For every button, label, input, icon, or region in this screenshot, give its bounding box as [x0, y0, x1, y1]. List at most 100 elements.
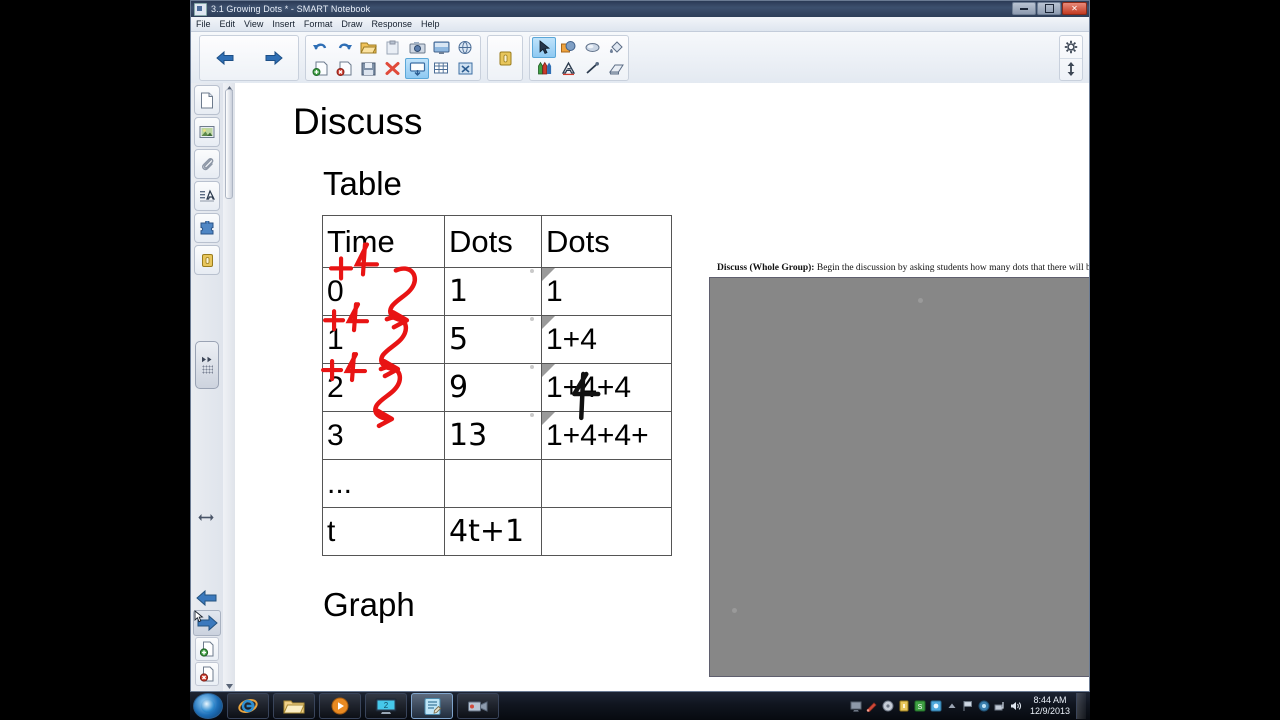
toolbar-settings-button[interactable]: [1060, 36, 1082, 59]
taskbar-internet-explorer[interactable]: [227, 693, 269, 719]
screen-capture-button[interactable]: [405, 37, 429, 58]
start-button[interactable]: [193, 693, 223, 719]
minimize-button[interactable]: [1012, 2, 1036, 15]
next-page-nav[interactable]: [193, 610, 221, 636]
taskbar-smart-notebook[interactable]: [411, 693, 453, 719]
gray-overlay-panel[interactable]: ✕: [709, 277, 1089, 677]
menu-edit[interactable]: Edit: [220, 19, 236, 29]
add-page-small[interactable]: [195, 637, 219, 661]
taskbar-clock[interactable]: 8:44 AM 12/9/2013: [1030, 695, 1070, 717]
cell-dots-numeric: 4t+1: [444, 507, 542, 556]
cell-dots-numeric: 13: [444, 411, 542, 460]
eraser-tool[interactable]: [604, 58, 628, 79]
taskbar-smart-recorder[interactable]: [457, 693, 499, 719]
redo-button[interactable]: [332, 37, 356, 58]
table-row[interactable]: 0 1 1: [322, 267, 672, 316]
insert-table-button[interactable]: [430, 58, 454, 79]
menu-format[interactable]: Format: [304, 19, 333, 29]
tray-antivirus[interactable]: [978, 700, 991, 713]
pens-tool[interactable]: [532, 58, 556, 79]
tray-green[interactable]: S: [914, 700, 927, 713]
shapes-tool[interactable]: [556, 37, 580, 58]
table-row[interactable]: 1 5 1+4: [322, 315, 672, 364]
notebook-canvas[interactable]: Discuss Table Time Dots Dots 0 1 1 1 5 1…: [235, 83, 1089, 691]
cell-dots-expression: 1+4+4: [530, 363, 672, 412]
dots-table[interactable]: Time Dots Dots 0 1 1 1 5 1+4 2 9 1+4+4 3…: [322, 215, 672, 556]
page-title: Discuss: [293, 101, 423, 142]
line-tool[interactable]: [580, 58, 604, 79]
maximize-button[interactable]: [1037, 2, 1061, 15]
tray-yellow[interactable]: [898, 700, 911, 713]
magic-pen-tool[interactable]: [580, 37, 604, 58]
tray-smart-board[interactable]: [850, 700, 863, 713]
previous-page-button[interactable]: [213, 48, 237, 69]
paste-button[interactable]: [381, 37, 405, 58]
full-screen-button[interactable]: [405, 58, 430, 79]
menu-bar: File Edit View Insert Format Draw Respon…: [191, 17, 1089, 32]
save-button[interactable]: [357, 58, 381, 79]
menu-file[interactable]: File: [196, 19, 211, 29]
gallery-tab[interactable]: [194, 117, 220, 147]
add-ons-tab[interactable]: [194, 213, 220, 243]
lock-button[interactable]: [493, 48, 517, 69]
taskbar-media-player[interactable]: [319, 693, 361, 719]
tray-blue[interactable]: [930, 700, 943, 713]
delete-page-button[interactable]: [332, 58, 356, 79]
menu-draw[interactable]: Draw: [341, 19, 362, 29]
menu-insert[interactable]: Insert: [272, 19, 295, 29]
sidebar-resize-handle[interactable]: [197, 511, 215, 523]
scroll-down-arrow[interactable]: [225, 682, 233, 690]
taskbar-windows-explorer[interactable]: [273, 693, 315, 719]
windows-orb-icon: [201, 699, 215, 713]
tray-show-hidden[interactable]: [946, 700, 959, 713]
tray-disc[interactable]: [882, 700, 895, 713]
tray-action-center[interactable]: [962, 700, 975, 713]
add-page-button[interactable]: [308, 58, 332, 79]
recorder-icon: [468, 700, 488, 712]
undo-button[interactable]: [308, 37, 332, 58]
notebook-icon: [194, 2, 207, 16]
folder-icon: [283, 700, 305, 713]
delete-button[interactable]: [381, 58, 405, 79]
tray-network[interactable]: [994, 700, 1007, 713]
delete-page-small[interactable]: [195, 662, 219, 686]
title-bar[interactable]: 3.1 Growing Dots * - SMART Notebook ✕: [191, 1, 1089, 17]
close-icon: ✕: [1071, 3, 1078, 13]
insert-internet-browser-button[interactable]: [454, 37, 478, 58]
select-tool[interactable]: [532, 37, 556, 58]
move-toolbar-button[interactable]: [1060, 59, 1082, 81]
table-row[interactable]: 2 9 1+4+4: [322, 363, 672, 412]
lesson-activity-tab[interactable]: [194, 245, 220, 275]
fill-tool[interactable]: [604, 37, 628, 58]
scrollbar-thumb[interactable]: [225, 89, 233, 199]
close-button[interactable]: ✕: [1062, 2, 1087, 15]
cell-text: 1+4+4+: [546, 418, 649, 452]
window-title: 3.1 Growing Dots * - SMART Notebook: [211, 4, 371, 14]
cell-dots-numeric: 1: [444, 267, 542, 316]
clear-page-button[interactable]: [454, 58, 478, 79]
table-header-row: Time Dots Dots: [322, 215, 672, 268]
notes-label: Discuss (Whole Group):: [717, 263, 815, 273]
sidebar-collapse-handle[interactable]: [195, 341, 219, 389]
menu-response[interactable]: Response: [371, 19, 412, 29]
object-corner-handle-icon: [530, 364, 555, 377]
table-row[interactable]: ...: [322, 459, 672, 508]
next-page-button[interactable]: [262, 48, 286, 69]
page-sorter-tab[interactable]: [194, 85, 220, 115]
attachments-tab[interactable]: [194, 149, 220, 179]
show-desktop-button[interactable]: [1076, 693, 1086, 719]
properties-tab[interactable]: [194, 181, 220, 211]
panel-speck: [918, 298, 923, 303]
insert-screen-shade-button[interactable]: [430, 37, 454, 58]
tray-volume[interactable]: [1010, 700, 1023, 713]
tray-smart-ink[interactable]: [866, 700, 879, 713]
open-file-button[interactable]: [357, 37, 381, 58]
menu-help[interactable]: Help: [421, 19, 440, 29]
taskbar-smart-product-drivers[interactable]: 2: [365, 693, 407, 719]
table-row[interactable]: t 4t+1: [322, 507, 672, 556]
menu-view[interactable]: View: [244, 19, 263, 29]
cell-dots-numeric: [444, 459, 542, 508]
text-tool[interactable]: [556, 58, 580, 79]
table-row[interactable]: 3 13 1+4+4+: [322, 411, 672, 460]
previous-page-nav[interactable]: [194, 586, 220, 610]
